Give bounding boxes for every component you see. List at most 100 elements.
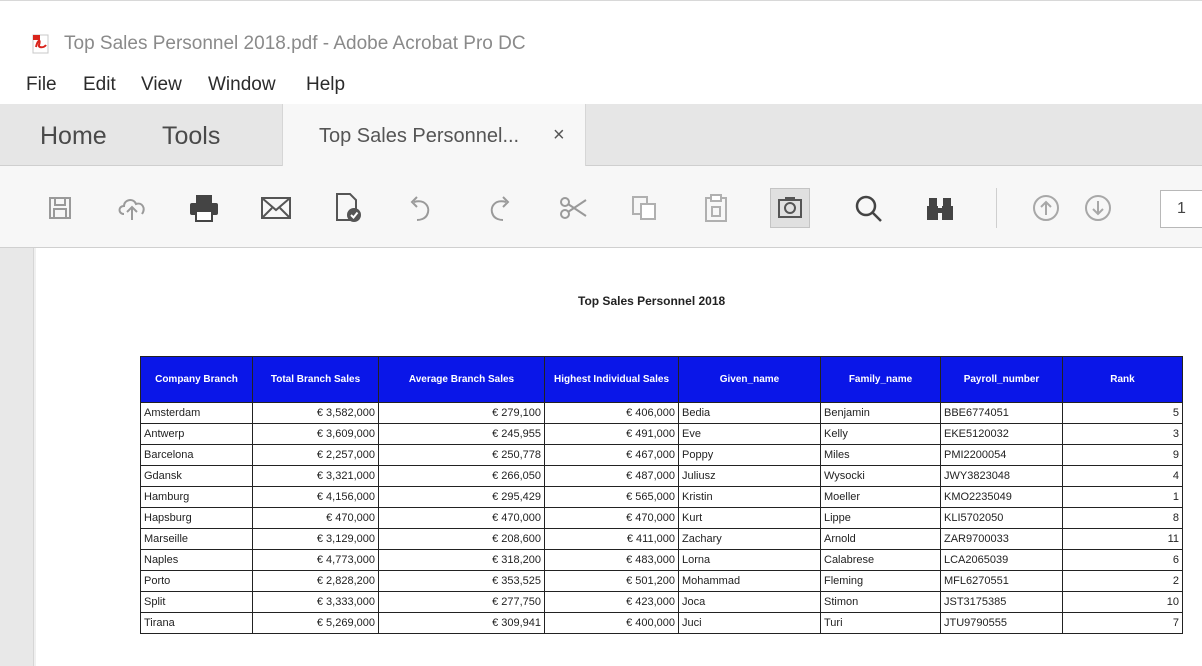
table-cell: € 208,600: [378, 528, 545, 550]
table-cell: € 467,000: [544, 444, 679, 466]
table-cell: ZAR9700033: [940, 528, 1063, 550]
table-cell: Porto: [140, 570, 253, 592]
toolbar: 1: [0, 166, 1202, 248]
table-cell: Hamburg: [140, 486, 253, 508]
menu-view[interactable]: View: [141, 74, 182, 96]
table-cell: Barcelona: [140, 444, 253, 466]
table-row: Gdansk € 3,321,000 € 266,050 € 487,000 Juliu…: [140, 465, 1183, 487]
snapshot-icon[interactable]: [770, 188, 810, 228]
table-cell: € 565,000: [544, 486, 679, 508]
table-cell: 4: [1062, 465, 1183, 487]
table-cell: Tirana: [140, 612, 253, 634]
table-header-row: Company Branch Total Branch Sales Averag…: [140, 356, 1183, 403]
table-row: Amsterdam € 3,582,000 € 279,100 € 406,000 Be…: [140, 402, 1183, 424]
table-cell: Lippe: [820, 507, 941, 529]
table-cell: Kurt: [678, 507, 821, 529]
menu-bar: File Edit View Window Help: [0, 62, 1202, 104]
table-cell: € 250,778: [378, 444, 545, 466]
table-cell: € 406,000: [544, 402, 679, 424]
table-cell: € 411,000: [544, 528, 679, 550]
column-header: Average Branch Sales: [378, 356, 545, 403]
table-cell: 10: [1062, 591, 1183, 613]
table-cell: € 353,525: [378, 570, 545, 592]
table-cell: € 277,750: [378, 591, 545, 613]
table-cell: 6: [1062, 549, 1183, 571]
close-tab-icon[interactable]: ×: [553, 124, 565, 147]
table-cell: KLI5702050: [940, 507, 1063, 529]
paste-icon[interactable]: [696, 188, 736, 228]
menu-help[interactable]: Help: [306, 74, 345, 96]
table-cell: Arnold: [820, 528, 941, 550]
table-cell: 7: [1062, 612, 1183, 634]
tab-tools[interactable]: Tools: [162, 122, 220, 151]
table-cell: € 491,000: [544, 423, 679, 445]
table-cell: Juci: [678, 612, 821, 634]
document-tab-label: Top Sales Personnel...: [319, 125, 520, 147]
table-cell: € 2,257,000: [252, 444, 379, 466]
redo-icon[interactable]: [480, 188, 520, 228]
table-cell: € 483,000: [544, 549, 679, 571]
menu-file[interactable]: File: [26, 74, 57, 96]
table-cell: Antwerp: [140, 423, 253, 445]
table-cell: Calabrese: [820, 549, 941, 571]
table-cell: BBE6774051: [940, 402, 1063, 424]
left-navigation-rail[interactable]: [0, 248, 34, 666]
table-cell: € 470,000: [544, 507, 679, 529]
table-row: Antwerp € 3,609,000 € 245,955 € 491,000 Eve K…: [140, 423, 1183, 445]
table-cell: € 245,955: [378, 423, 545, 445]
tab-bar: Home Tools Top Sales Personnel... ×: [0, 104, 1202, 167]
table-cell: JWY3823048: [940, 465, 1063, 487]
table-cell: € 2,828,200: [252, 570, 379, 592]
column-header: Payroll_number: [940, 356, 1063, 403]
sales-table: Company Branch Total Branch Sales Averag…: [140, 356, 1183, 634]
menu-edit[interactable]: Edit: [83, 74, 116, 96]
table-cell: € 4,156,000: [252, 486, 379, 508]
table-cell: Miles: [820, 444, 941, 466]
table-cell: € 3,129,000: [252, 528, 379, 550]
table-cell: KMO2235049: [940, 486, 1063, 508]
table-cell: € 318,200: [378, 549, 545, 571]
table-cell: Wysocki: [820, 465, 941, 487]
cut-icon[interactable]: [554, 188, 594, 228]
table-cell: Eve: [678, 423, 821, 445]
table-cell: Zachary: [678, 528, 821, 550]
menu-window[interactable]: Window: [208, 74, 276, 96]
find-binoculars-icon[interactable]: [920, 188, 960, 228]
table-cell: 9: [1062, 444, 1183, 466]
tab-home[interactable]: Home: [40, 122, 107, 151]
table-cell: € 309,941: [378, 612, 545, 634]
table-cell: Kelly: [820, 423, 941, 445]
next-page-icon[interactable]: [1078, 188, 1118, 228]
print-icon[interactable]: [184, 188, 224, 228]
table-cell: 8: [1062, 507, 1183, 529]
table-cell: Bedia: [678, 402, 821, 424]
email-icon[interactable]: [256, 188, 296, 228]
create-pdf-icon[interactable]: [328, 188, 368, 228]
table-cell: € 279,100: [378, 402, 545, 424]
column-header: Rank: [1062, 356, 1183, 403]
table-cell: 1: [1062, 486, 1183, 508]
table-cell: 3: [1062, 423, 1183, 445]
table-cell: Gdansk: [140, 465, 253, 487]
search-icon[interactable]: [848, 188, 888, 228]
title-bar: Top Sales Personnel 2018.pdf - Adobe Acr…: [0, 0, 1202, 62]
tab-document[interactable]: Top Sales Personnel... ×: [282, 104, 586, 167]
table-cell: € 470,000: [378, 507, 545, 529]
column-header: Highest Individual Sales: [544, 356, 679, 403]
save-icon[interactable]: [40, 188, 80, 228]
undo-icon[interactable]: [400, 188, 440, 228]
table-cell: € 3,609,000: [252, 423, 379, 445]
upload-cloud-icon[interactable]: [112, 188, 152, 228]
table-cell: Marseille: [140, 528, 253, 550]
toolbar-separator: [996, 188, 997, 228]
window-title: Top Sales Personnel 2018.pdf - Adobe Acr…: [64, 33, 526, 54]
acrobat-app-icon: [32, 34, 49, 54]
table-cell: Joca: [678, 591, 821, 613]
table-row: Hamburg € 4,156,000 € 295,429 € 565,000 Kris…: [140, 486, 1183, 508]
copy-icon[interactable]: [624, 188, 664, 228]
table-cell: € 3,333,000: [252, 591, 379, 613]
previous-page-icon[interactable]: [1026, 188, 1066, 228]
table-cell: Stimon: [820, 591, 941, 613]
table-cell: MFL6270551: [940, 570, 1063, 592]
page-number-input[interactable]: 1: [1160, 190, 1202, 228]
